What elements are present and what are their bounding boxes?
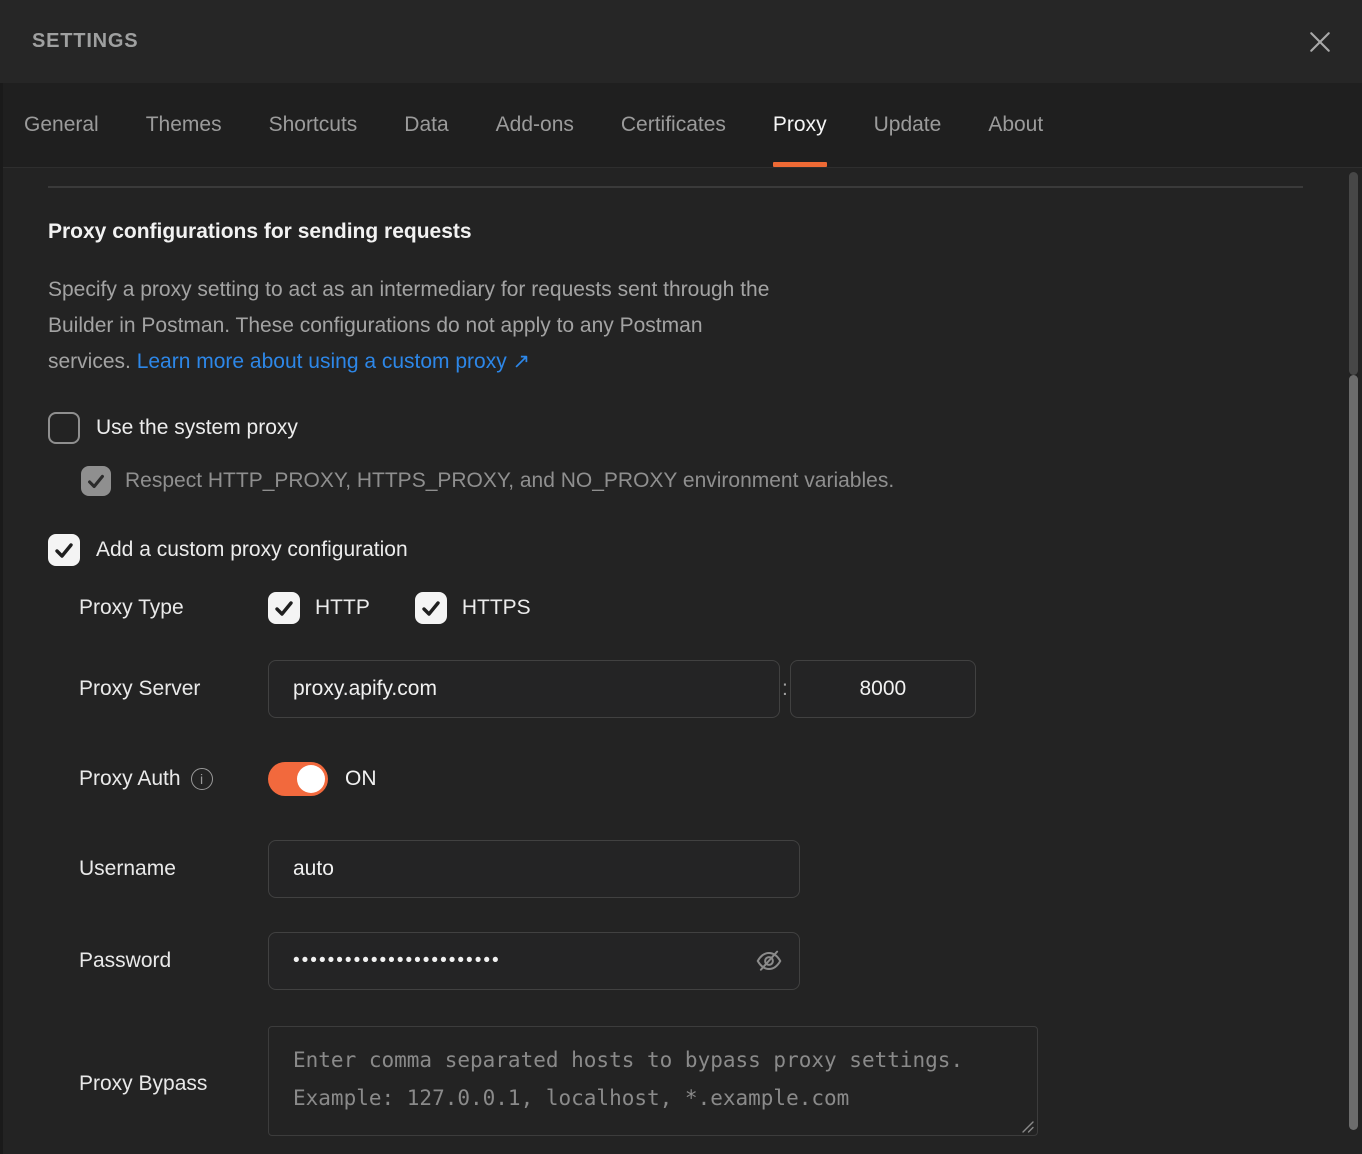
proxy-type-http-option: HTTP [268,592,370,624]
checkmark-icon [85,470,107,492]
scrollbar-thumb-secondary[interactable] [1349,172,1358,375]
tab-certificates[interactable]: Certificates [621,83,726,167]
section-divider [48,186,1303,188]
http-checkbox[interactable] [268,592,300,624]
use-system-proxy-checkbox[interactable] [48,412,80,444]
custom-proxy-label[interactable]: Add a custom proxy configuration [96,538,408,562]
password-input[interactable] [268,932,800,990]
password-input-wrap [268,932,800,990]
respect-env-label[interactable]: Respect HTTP_PROXY, HTTPS_PROXY, and NO_… [125,469,894,493]
use-system-proxy-row: Use the system proxy [48,412,1362,444]
close-button[interactable] [1300,22,1340,62]
settings-tabs: General Themes Shortcuts Data Add-ons Ce… [0,83,1362,168]
https-checkbox[interactable] [415,592,447,624]
tab-proxy[interactable]: Proxy [773,83,827,167]
proxy-type-row: Proxy Type HTTP HTTPS [48,592,1362,624]
proxy-type-label: Proxy Type [48,596,268,620]
use-system-proxy-label[interactable]: Use the system proxy [96,416,298,440]
section-description: Specify a proxy setting to act as an int… [48,272,1362,380]
http-label[interactable]: HTTP [315,596,370,620]
description-line-3-prefix: services. [48,350,137,373]
username-label: Username [48,857,268,881]
eye-off-icon [754,946,784,976]
proxy-type-https-option: HTTPS [415,592,531,624]
description-line-2: Builder in Postman. These configurations… [48,308,1362,344]
https-label[interactable]: HTTPS [462,596,531,620]
proxy-auth-label: Proxy Auth [79,767,181,791]
password-label: Password [48,949,268,973]
tab-about[interactable]: About [988,83,1043,167]
host-port-separator: : [782,677,788,701]
toggle-knob [297,765,325,793]
checkmark-icon [419,596,443,620]
proxy-bypass-row: Proxy Bypass [48,1026,1362,1141]
tab-update[interactable]: Update [874,83,942,167]
description-line-3: services. Learn more about using a custo… [48,344,1362,380]
section-title: Proxy configurations for sending request… [48,220,1362,244]
username-row: Username [48,840,1362,898]
proxy-server-port-input[interactable] [790,660,976,718]
window-left-edge [0,83,3,1154]
username-input[interactable] [268,840,800,898]
tab-shortcuts[interactable]: Shortcuts [269,83,358,167]
proxy-bypass-label: Proxy Bypass [48,1072,268,1096]
custom-proxy-row: Add a custom proxy configuration [48,534,1362,566]
custom-proxy-checkbox[interactable] [48,534,80,566]
proxy-auth-row: Proxy Auth i ON [48,762,1362,796]
tab-addons[interactable]: Add-ons [496,83,574,167]
respect-env-row: Respect HTTP_PROXY, HTTPS_PROXY, and NO_… [81,466,1362,496]
resize-handle-icon[interactable] [1021,1120,1034,1133]
proxy-auth-state: ON [345,767,377,791]
proxy-bypass-textarea[interactable] [268,1026,1038,1136]
proxy-settings-panel: Proxy configurations for sending request… [0,186,1362,1141]
proxy-bypass-wrap [268,1026,1038,1141]
description-line-1: Specify a proxy setting to act as an int… [48,272,1362,308]
page-title: SETTINGS [32,30,138,53]
info-icon[interactable]: i [191,768,213,790]
proxy-server-label: Proxy Server [48,677,268,701]
tab-themes[interactable]: Themes [146,83,222,167]
proxy-server-row: Proxy Server : [48,660,1362,718]
respect-env-checkbox[interactable] [81,466,111,496]
tab-general[interactable]: General [24,83,99,167]
toggle-password-visibility-button[interactable] [754,946,784,976]
scrollbar-thumb[interactable] [1349,375,1358,1130]
checkmark-icon [52,538,76,562]
password-row: Password [48,932,1362,990]
close-icon [1305,27,1335,57]
tab-data[interactable]: Data [404,83,448,167]
proxy-auth-toggle[interactable] [268,762,328,796]
proxy-auth-label-wrap: Proxy Auth i [48,767,268,791]
learn-more-link[interactable]: Learn more about using a custom proxy ↗ [137,350,530,373]
checkmark-icon [272,596,296,620]
proxy-server-host-input[interactable] [268,660,780,718]
settings-header: SETTINGS [0,0,1362,83]
